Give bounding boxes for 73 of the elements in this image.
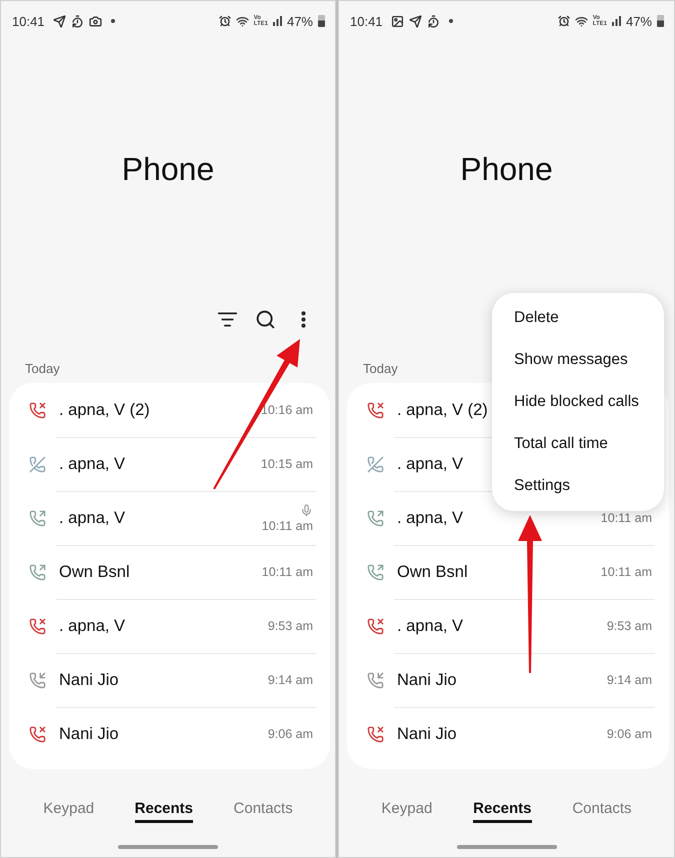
nav-tab[interactable]: Recents: [134, 798, 193, 822]
call-time: 9:06 am: [606, 727, 652, 741]
section-header: Today: [25, 361, 60, 378]
app-title: Phone: [459, 150, 554, 189]
contact-name[interactable]: Nani Jio: [397, 670, 607, 690]
nav-tab[interactable]: Keypad: [43, 798, 94, 822]
outgoing-call-icon: [28, 510, 46, 526]
menu-item[interactable]: Total call time: [492, 423, 664, 465]
image-icon: [390, 14, 404, 28]
status-time: 10:41: [12, 14, 45, 28]
contact-name[interactable]: Nani Jio: [59, 670, 268, 690]
contact-name[interactable]: . apna, V: [59, 508, 262, 528]
contact-name[interactable]: . apna, V: [397, 616, 607, 636]
call-time: 9:53 am: [606, 619, 652, 633]
incoming-call-icon: [28, 672, 46, 688]
nav-tab[interactable]: Recents: [473, 798, 532, 822]
menu-item[interactable]: Show messages: [492, 339, 664, 381]
contact-name[interactable]: Own Bsnl: [397, 562, 601, 582]
call-time: 10:16 am: [260, 403, 313, 417]
outgoing-call-icon: [28, 564, 46, 580]
battery-icon: [318, 15, 325, 27]
call-time: 10:11 am: [262, 565, 313, 579]
call-time: 9:14 am: [268, 673, 313, 687]
wifi-icon: [574, 14, 588, 28]
alarm-icon: [218, 15, 231, 27]
nav-tab[interactable]: Contacts: [234, 798, 293, 822]
signal-icon: [272, 16, 282, 26]
incoming-call-icon: [366, 672, 384, 688]
contact-name[interactable]: . apna, V: [59, 616, 268, 636]
call-time: 9:53 am: [268, 619, 313, 633]
signal-icon: [612, 16, 621, 26]
menu-item[interactable]: Hide blocked calls: [492, 381, 664, 423]
contact-name[interactable]: . apna, V: [59, 454, 261, 474]
missed-call-icon: [366, 402, 384, 418]
nav-tab[interactable]: Keypad: [381, 798, 432, 822]
call-time: 10:11 am: [262, 518, 313, 532]
outgoing-call-icon: [366, 510, 384, 526]
alarm-icon: [558, 15, 570, 27]
missed-call-icon: [28, 726, 46, 742]
call-time: 9:14 am: [606, 673, 652, 687]
battery-icon: [657, 15, 664, 27]
call-time: 10:11 am: [600, 565, 652, 579]
menu-item[interactable]: Delete: [492, 297, 664, 339]
missed-call-icon: [28, 402, 46, 418]
contact-name[interactable]: Nani Jio: [59, 724, 268, 744]
call-time: 10:15 am: [260, 457, 313, 471]
missed-call-icon: [28, 618, 46, 634]
send-icon: [52, 14, 66, 28]
timer-icon: [70, 14, 84, 28]
dot-icon: [448, 19, 453, 23]
section-header: Today: [363, 361, 398, 378]
timer-icon: [426, 14, 440, 28]
wifi-icon: [236, 14, 249, 28]
send-icon: [408, 14, 422, 28]
missed-call-icon: [366, 726, 384, 742]
outgoing-call-icon: [366, 564, 384, 580]
blocked-call-icon: [28, 456, 46, 472]
app-title: Phone: [120, 150, 216, 189]
status-time: 10:41: [350, 14, 383, 28]
contact-name[interactable]: Nani Jio: [397, 724, 607, 744]
battery-percent: 47%: [626, 14, 652, 28]
call-time: 10:11 am: [600, 511, 652, 525]
contact-name[interactable]: . apna, V: [397, 508, 601, 528]
battery-percent: 47%: [286, 14, 313, 28]
contact-name[interactable]: . apna, V (2): [59, 400, 261, 420]
nav-tab[interactable]: Contacts: [572, 798, 632, 822]
missed-call-icon: [366, 618, 384, 634]
call-time: 9:06 am: [268, 727, 313, 741]
menu-item[interactable]: Settings: [492, 465, 664, 507]
dot-icon: [110, 19, 115, 23]
camera-icon: [88, 14, 102, 28]
contact-name[interactable]: Own Bsnl: [59, 562, 262, 582]
blocked-call-icon: [366, 456, 384, 472]
